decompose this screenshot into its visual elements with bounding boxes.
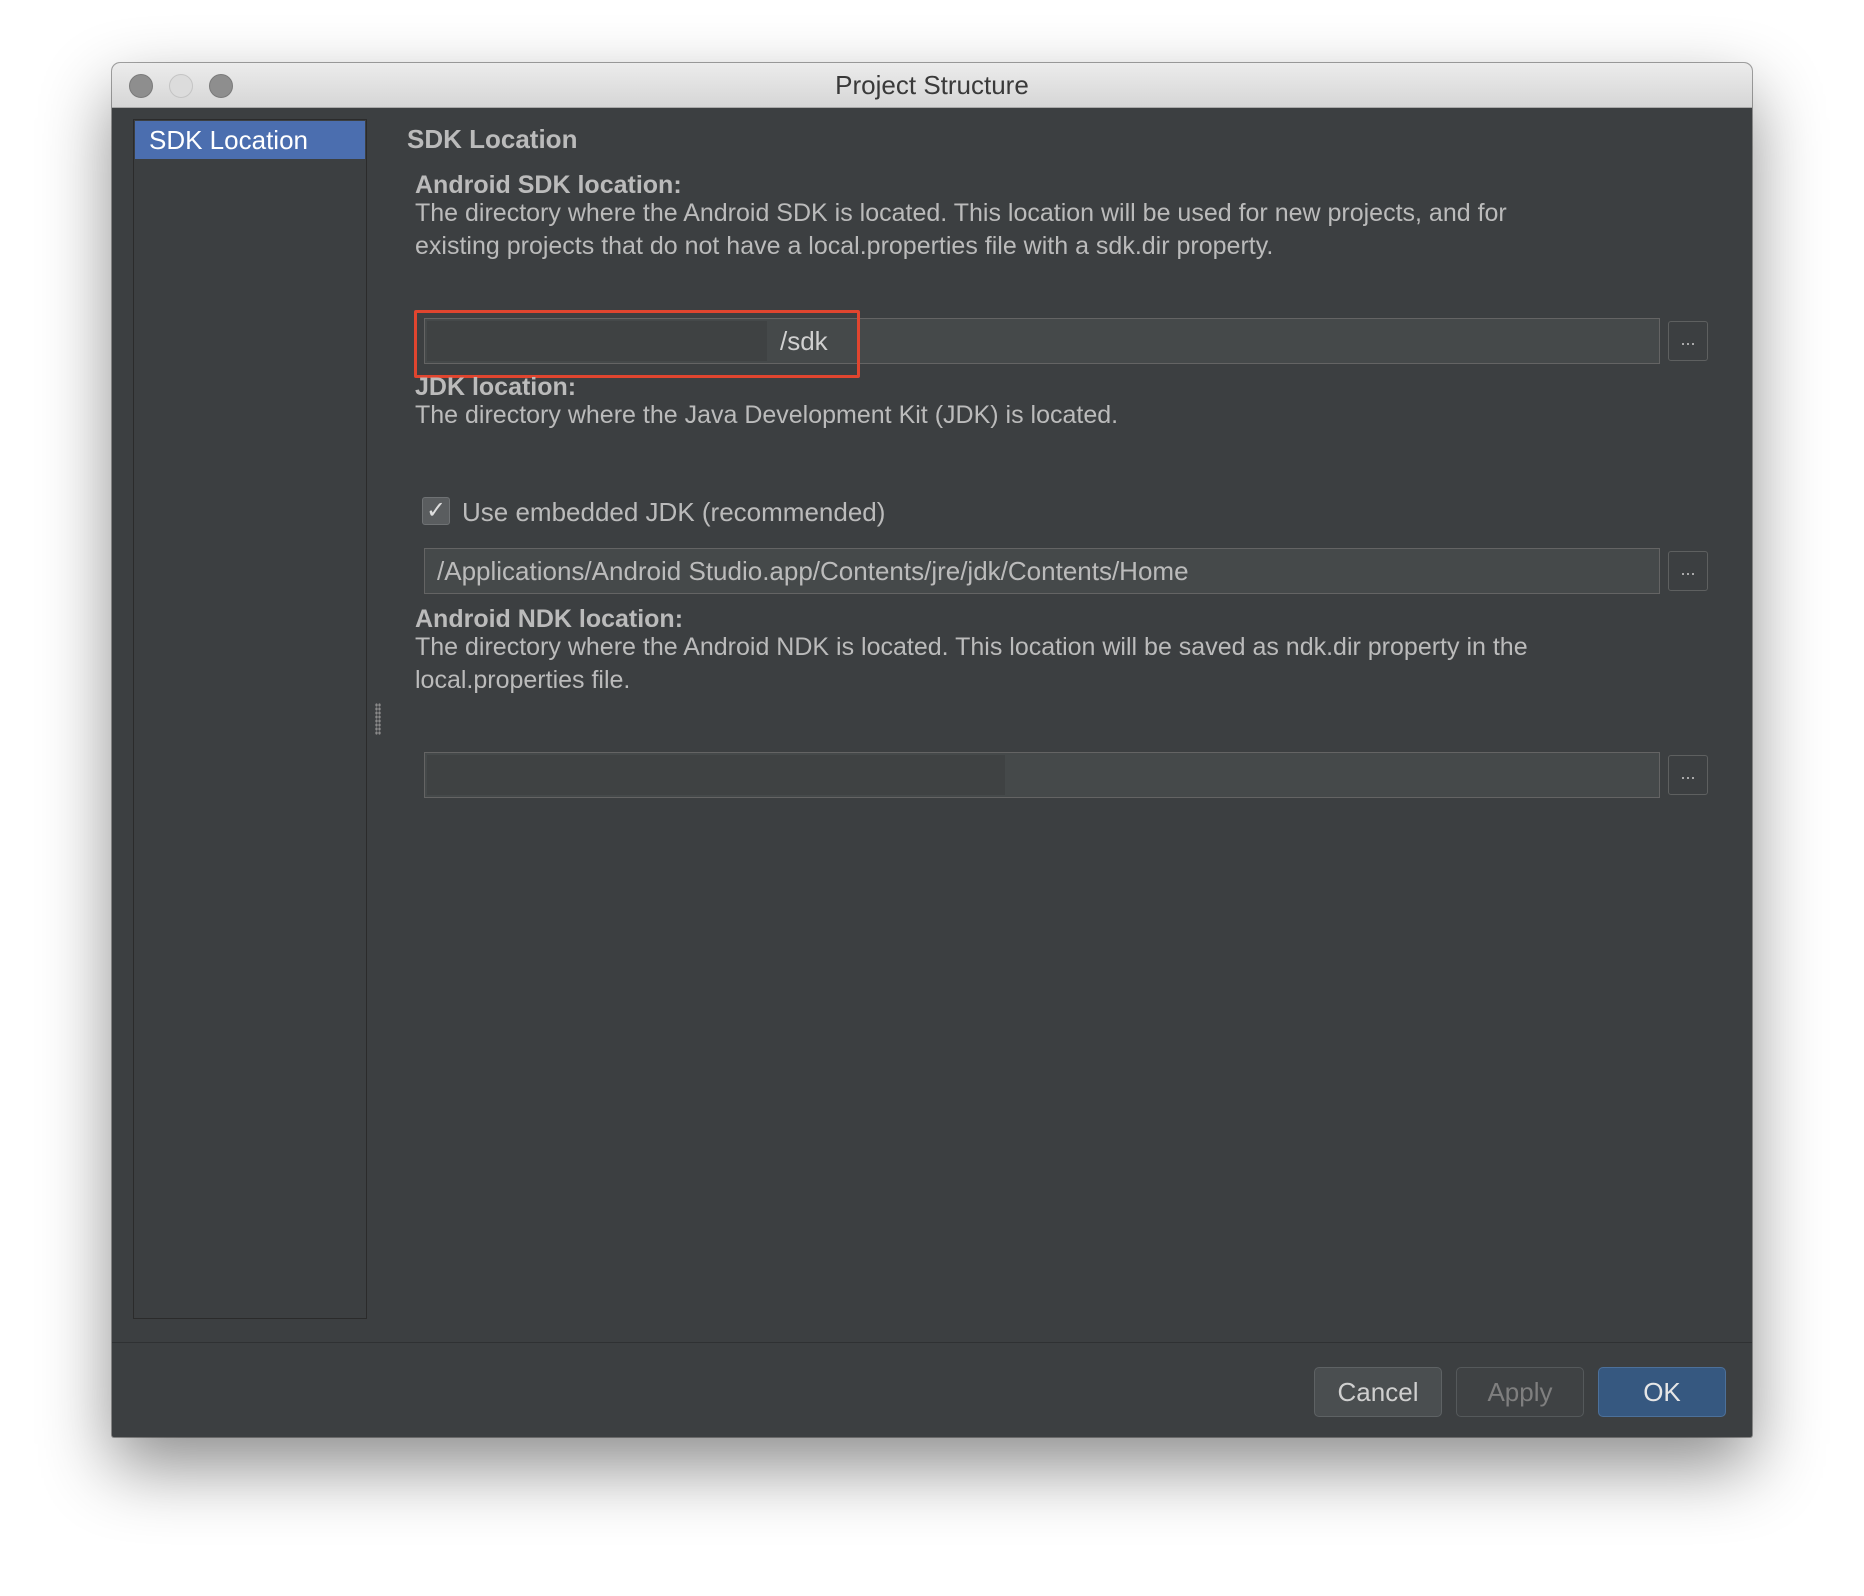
android-sdk-description: The directory where the Android SDK is l…	[415, 197, 1752, 263]
android-sdk-browse-button[interactable]: ...	[1668, 321, 1708, 361]
use-embedded-jdk-checkbox[interactable]: ✓	[422, 497, 450, 525]
project-structure-dialog: Project Structure SDK Location SDK Locat…	[112, 63, 1752, 1437]
sidebar: SDK Location	[133, 119, 367, 1319]
use-embedded-jdk-label[interactable]: Use embedded JDK (recommended)	[462, 495, 885, 529]
android-sdk-description-line2: existing projects that do not have a loc…	[415, 232, 1274, 260]
window-title: Project Structure	[835, 70, 1029, 100]
page-title: SDK Location	[407, 124, 578, 154]
footer-divider	[112, 1342, 1752, 1343]
cancel-button[interactable]: Cancel	[1314, 1367, 1442, 1417]
annotation-highlight-box	[414, 310, 860, 378]
redacted-path-segment	[427, 755, 1005, 795]
jdk-label: JDK location:	[415, 373, 577, 401]
android-ndk-browse-button[interactable]: ...	[1668, 755, 1708, 795]
android-ndk-description-line1: The directory where the Android NDK is l…	[415, 633, 1528, 661]
android-ndk-path-field[interactable]	[424, 752, 1660, 798]
android-ndk-label: Android NDK location:	[415, 605, 684, 633]
apply-button[interactable]: Apply	[1456, 1367, 1584, 1417]
jdk-description: The directory where the Java Development…	[415, 401, 1119, 429]
jdk-path-field[interactable]: /Applications/Android Studio.app/Content…	[424, 548, 1660, 594]
ok-button[interactable]: OK	[1598, 1367, 1726, 1417]
jdk-browse-button[interactable]: ...	[1668, 551, 1708, 591]
splitter-handle[interactable]	[375, 703, 381, 735]
android-ndk-description: The directory where the Android NDK is l…	[415, 631, 1752, 697]
android-sdk-description-line1: The directory where the Android SDK is l…	[415, 199, 1507, 227]
title-bar[interactable]: Project Structure	[112, 63, 1752, 108]
sidebar-item-sdk-location[interactable]: SDK Location	[135, 121, 365, 159]
android-sdk-label: Android SDK location:	[415, 171, 682, 199]
android-ndk-description-line2: local.properties file.	[415, 666, 631, 694]
